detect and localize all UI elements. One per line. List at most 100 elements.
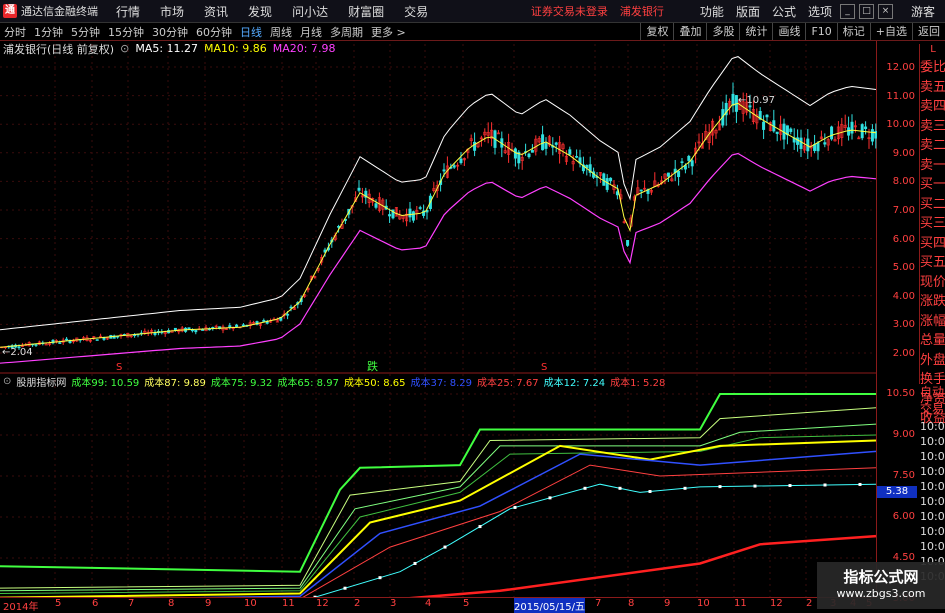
candle-body (374, 203, 378, 208)
cost-line-8 (409, 534, 877, 597)
sub-highlight: 5.38 (877, 486, 917, 498)
cost-marker-19 (683, 486, 687, 490)
date-tick-14: 7 (595, 598, 602, 609)
candle-body (847, 127, 851, 136)
candle-body (452, 165, 456, 168)
candle-body (541, 134, 545, 151)
candle-body (626, 240, 630, 246)
date-tick-6: 10 (244, 598, 257, 609)
cost-marker-20 (718, 485, 722, 489)
indicator-legend: ⊙ 股朋指标网 成本99: 10.59 成本87: 9.89 成本75: 9.32 成… (0, 374, 665, 389)
cost-marker-10 (378, 576, 382, 580)
high-annotation: ←10.97 (738, 95, 775, 106)
price-tick-8: 4.00 (892, 290, 915, 302)
trade-side-2: 10:00 (920, 420, 945, 433)
candle-body (575, 156, 579, 158)
price-tick-3: 9.00 (892, 147, 915, 159)
candle-body (527, 153, 531, 158)
indicator-item-5: 成本37: 8.29 (410, 377, 473, 389)
candle-body (357, 187, 361, 191)
cost-marker-18 (648, 489, 652, 493)
price-tick-0: 12.00 (886, 62, 915, 73)
side-label-3: 卖三 (920, 118, 945, 134)
candle-body (605, 178, 609, 190)
toolbar-button-8[interactable]: 返回 (912, 23, 945, 40)
cost-marker-24 (858, 482, 862, 486)
date-tick-13: 2015/05/15/五 (514, 598, 586, 613)
price-tick-9: 3.00 (892, 319, 915, 331)
candle-body (789, 128, 793, 132)
trade-side-0[interactable]: 自动 (919, 385, 945, 402)
sub-tick-1: 9.00 (892, 429, 915, 440)
price-axis: 12.00 11.00 10.00 9.00 8.00 7.00 6.00 5.00 4.00 3… (877, 44, 919, 374)
candle-body (418, 207, 422, 209)
date-tick-16: 9 (664, 598, 671, 609)
indicator-name[interactable]: 股朋指标网 (16, 374, 66, 389)
candle-body (765, 114, 769, 118)
candle-body (201, 329, 205, 331)
indicator-settings-icon[interactable]: ⊙ (0, 376, 11, 387)
candle-body (690, 160, 694, 167)
indicator-item-2: 成本75: 9.32 (210, 377, 273, 389)
sub-tick-0: 10.50 (886, 388, 915, 399)
candle-body (194, 329, 198, 333)
sell-mark-1: S (116, 362, 122, 373)
candle-body (568, 149, 572, 155)
date-tick-18: 11 (734, 598, 747, 609)
candle-body (850, 121, 854, 134)
watermark-url: www.zbgs3.com (836, 587, 926, 600)
candle-body (228, 325, 232, 328)
side-label-4: 卖二 (920, 138, 945, 153)
watermark-title: 指标公式网 (843, 568, 919, 586)
candle-body (687, 155, 691, 161)
side-label-7: 买二 (920, 196, 945, 212)
trade-side-5: 10:00 (920, 465, 945, 478)
candle-body (286, 313, 290, 316)
indicator-item-0: 成本99: 10.59 (71, 377, 140, 389)
candle-body (388, 214, 392, 217)
kline-chart[interactable]: ←10.97 ←2.04 S S 跌 (0, 0, 877, 597)
side-label-15: 外盘 (920, 352, 945, 368)
cost-marker-23 (823, 483, 827, 487)
date-tick-17: 10 (697, 598, 710, 609)
candle-body (411, 211, 415, 221)
cost-line-6 (302, 464, 877, 597)
trade-side-10: 10:00 (920, 540, 945, 553)
trade-side-3: 10:00 (920, 435, 945, 448)
low-annotation: ←2.04 (2, 347, 33, 358)
candle-body (639, 189, 643, 192)
trade-side-9: 10:00 (920, 525, 945, 538)
cost-marker-16 (583, 486, 587, 490)
cost-marker-17 (618, 486, 622, 490)
guest-label[interactable]: 游客 (895, 3, 945, 20)
trade-side-1[interactable]: 交易 (919, 402, 945, 419)
trade-side-6: 10:00 (920, 480, 945, 493)
cost-marker-12 (443, 545, 447, 549)
date-tick-1: 5 (55, 598, 62, 609)
candle-body (95, 339, 99, 341)
price-tick-4: 8.00 (892, 176, 915, 188)
close-icon[interactable]: × (877, 3, 893, 19)
candle-body (459, 158, 463, 164)
candle-body (762, 121, 766, 130)
side-label-1: 卖五 (920, 79, 945, 95)
date-axis: 2014年 5 6 7 8 9 10 11 12 2 3 4 5 2015/05/15/五 7 8 9 10 11 1… (0, 597, 877, 613)
cost-marker-13 (478, 525, 482, 529)
candle-body (554, 142, 558, 145)
date-tick-0: 2014年 (3, 602, 39, 613)
candle-body (666, 172, 670, 177)
cost-line-2 (0, 423, 877, 592)
candle-body (830, 126, 834, 140)
side-label-0: 委比 (920, 60, 945, 75)
candle-body (544, 143, 548, 149)
date-tick-2: 6 (92, 598, 99, 609)
candle-body (864, 126, 868, 130)
sub-tick-2: 7.50 (892, 470, 915, 481)
candle-body (408, 208, 412, 218)
side-label-10: 买五 (920, 255, 945, 270)
candle-body (775, 131, 779, 134)
candle-body (796, 137, 800, 145)
candle-body (34, 344, 38, 346)
date-tick-9: 2 (354, 598, 361, 609)
side-label-8: 买三 (920, 216, 945, 231)
